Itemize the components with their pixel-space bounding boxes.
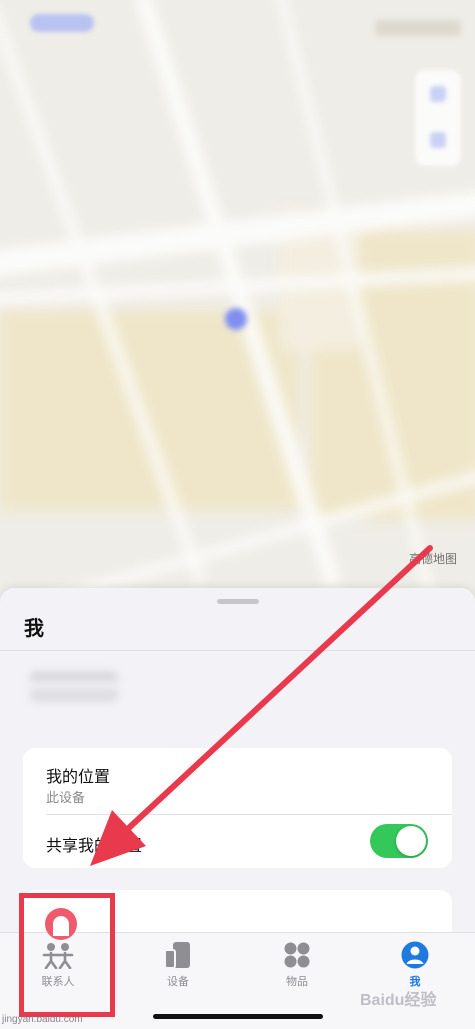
devices-icon	[164, 942, 190, 969]
blurred-user-name	[30, 672, 118, 702]
map-info-icon[interactable]	[430, 86, 446, 102]
map-view[interactable]: 高德地图	[0, 0, 475, 620]
divider	[0, 650, 475, 651]
divider	[46, 814, 452, 815]
watermark-logo: Baidu经验	[360, 992, 437, 1009]
status-pill	[30, 14, 94, 32]
status-icons	[375, 20, 461, 36]
location-card: 我的位置 此设备 共享我的位置	[23, 748, 452, 868]
map-credit: 高德地图	[408, 552, 457, 566]
person-circle-icon	[401, 941, 429, 969]
my-location-subtitle: 此设备	[46, 790, 86, 805]
current-location-dot	[225, 308, 247, 330]
toggle-knob	[396, 826, 426, 856]
tab-items[interactable]: 物品	[257, 941, 337, 997]
highlight-box	[19, 893, 115, 1017]
location-arrow-icon[interactable]	[430, 132, 446, 148]
my-location-title: 我的位置	[46, 769, 111, 786]
sheet-title: 我	[24, 618, 44, 640]
items-icon	[284, 942, 310, 968]
home-indicator[interactable]	[153, 1014, 323, 1019]
tab-devices-label: 设备	[167, 976, 189, 988]
share-location-label: 共享我的位置	[46, 838, 143, 855]
share-location-toggle[interactable]	[370, 824, 428, 858]
map-controls[interactable]	[415, 70, 461, 166]
tab-items-label: 物品	[286, 976, 308, 988]
sheet-grabber[interactable]	[217, 599, 259, 604]
watermark-url: jingyan.baidu.com	[2, 1014, 83, 1025]
tab-devices[interactable]: 设备	[138, 941, 218, 997]
